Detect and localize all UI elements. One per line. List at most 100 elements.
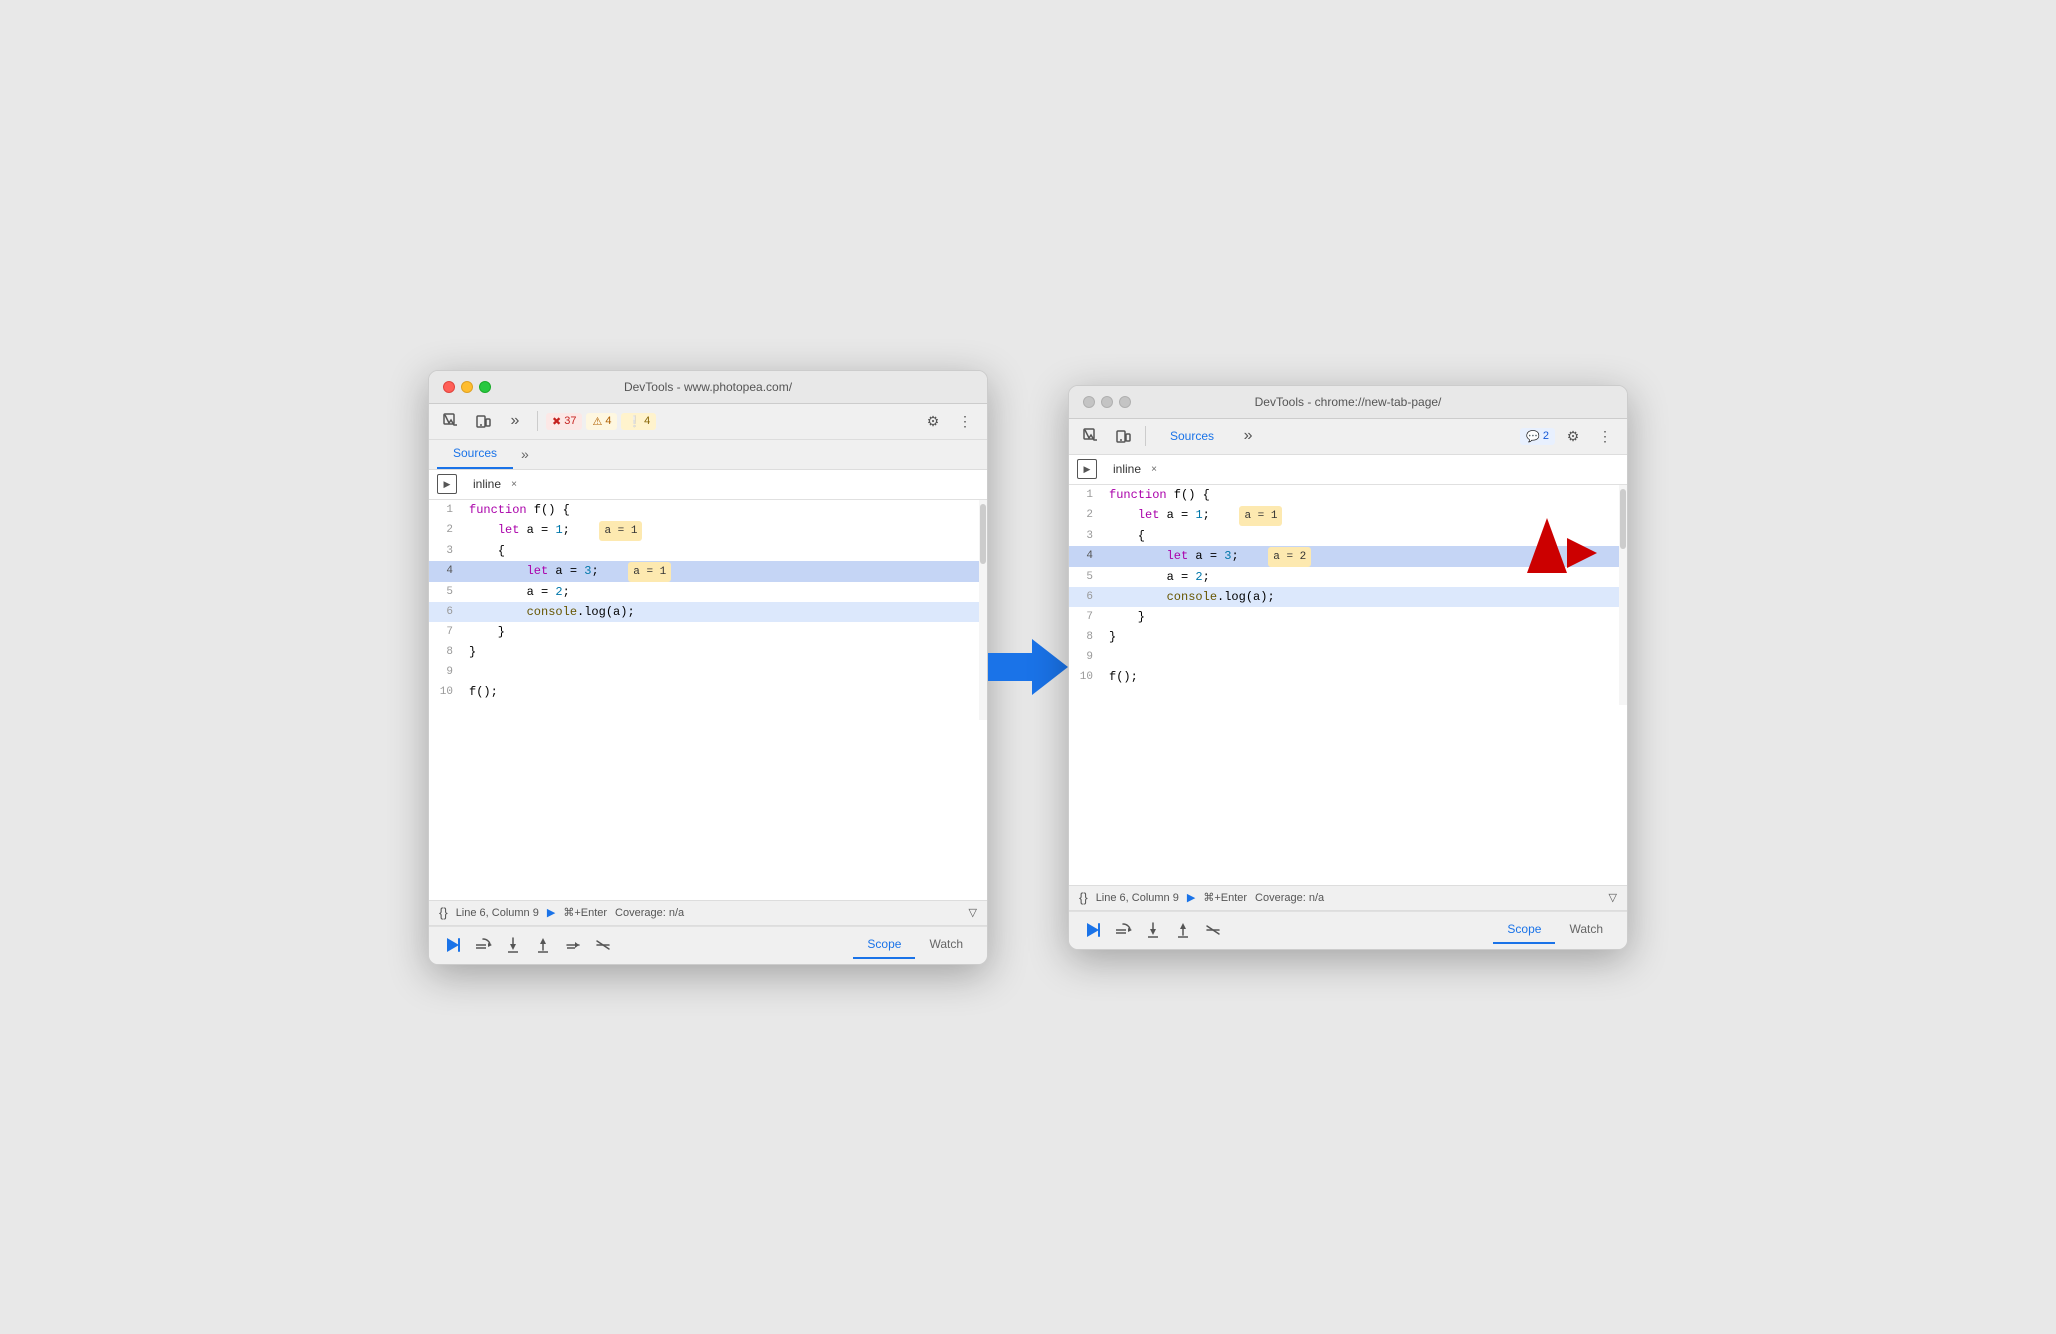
- right-empty-area: [1069, 705, 1627, 885]
- right-watch-tab[interactable]: Watch: [1555, 916, 1617, 944]
- right-bottom-toolbar: Scope Watch: [1069, 911, 1627, 949]
- right-file-tab-bar: ▶ inline ×: [1069, 455, 1627, 485]
- right-scrollbar[interactable]: [1619, 485, 1627, 705]
- scene: DevTools - www.photopea.com/ »: [388, 330, 1668, 1005]
- left-window-title: DevTools - www.photopea.com/: [624, 380, 792, 394]
- right-more-icon[interactable]: ⋮: [1591, 422, 1619, 450]
- left-inspect-icon[interactable]: [437, 407, 465, 435]
- right-code-area: 1 function f() { 2 let a = 1; a = 1 3 { …: [1069, 485, 1627, 705]
- right-code-line-9: 9: [1069, 647, 1627, 667]
- right-traffic-lights: [1083, 396, 1131, 408]
- left-step-into-icon[interactable]: [499, 931, 527, 959]
- right-scroll-icon[interactable]: ▽: [1609, 891, 1617, 904]
- left-scroll-icon[interactable]: ▽: [969, 906, 977, 919]
- right-coverage: Coverage: n/a: [1255, 892, 1324, 904]
- right-scope-watch-tabs: Scope Watch: [1493, 916, 1617, 944]
- left-toolbar-right: ⚙ ⋮: [919, 407, 979, 435]
- left-devtools-window: DevTools - www.photopea.com/ »: [428, 370, 988, 965]
- left-traffic-lights: [443, 381, 491, 393]
- right-scope-tab[interactable]: Scope: [1493, 916, 1555, 944]
- right-code-line-1: 1 function f() {: [1069, 485, 1627, 505]
- left-warning-badge[interactable]: ⚠ 4: [586, 413, 617, 430]
- right-code-line-5: 5 a = 2;: [1069, 567, 1627, 587]
- right-status-bar: {} Line 6, Column 9 ▶ ⌘+Enter Coverage: …: [1069, 885, 1627, 911]
- left-run-icon[interactable]: ▶: [437, 474, 457, 494]
- left-minimize-button[interactable]: [461, 381, 473, 393]
- right-step-over-icon[interactable]: [1109, 916, 1137, 944]
- right-close-tab-button[interactable]: ×: [1147, 462, 1161, 476]
- left-run-play[interactable]: ▶: [547, 906, 555, 919]
- left-settings-icon[interactable]: ⚙: [919, 407, 947, 435]
- right-code-line-4: 4 let a = 3; a = 2: [1069, 546, 1627, 567]
- right-minimize-button[interactable]: [1101, 396, 1113, 408]
- left-code-line-6: 6 console.log(a);: [429, 602, 987, 622]
- right-scrollbar-thumb[interactable]: [1620, 489, 1626, 549]
- right-resume-icon[interactable]: [1079, 916, 1107, 944]
- left-code-area: 1 function f() { 2 let a = 1; a = 1 3 { …: [429, 500, 987, 720]
- right-device-icon[interactable]: [1109, 422, 1137, 450]
- right-deactivate-icon[interactable]: [1199, 916, 1227, 944]
- right-window-title: DevTools - chrome://new-tab-page/: [1255, 395, 1442, 409]
- left-file-tab-bar: ▶ inline ×: [429, 470, 987, 500]
- left-title-bar: DevTools - www.photopea.com/: [429, 371, 987, 404]
- right-step-into-icon[interactable]: [1139, 916, 1167, 944]
- left-code-line-2: 2 let a = 1; a = 1: [429, 520, 987, 541]
- right-main-toolbar: Sources » 💬 2 ⚙ ⋮: [1069, 419, 1627, 455]
- left-error-badges: ✖ 37 ⚠ 4 ❕ 4: [546, 413, 656, 430]
- left-device-icon[interactable]: [469, 407, 497, 435]
- right-code-line-10: 10 f();: [1069, 667, 1627, 687]
- left-zoom-button[interactable]: [479, 381, 491, 393]
- left-bottom-toolbar: Scope Watch: [429, 926, 987, 964]
- left-step-out-icon[interactable]: [529, 931, 557, 959]
- left-close-tab-button[interactable]: ×: [507, 477, 521, 491]
- right-sources-tab-toolbar[interactable]: Sources: [1154, 429, 1230, 443]
- left-scrollbar[interactable]: [979, 500, 987, 720]
- left-resume-icon[interactable]: [439, 931, 467, 959]
- left-step-over-icon[interactable]: [469, 931, 497, 959]
- right-format-icon[interactable]: {}: [1079, 890, 1088, 905]
- right-close-button[interactable]: [1083, 396, 1095, 408]
- right-zoom-button[interactable]: [1119, 396, 1131, 408]
- left-file-tab[interactable]: inline ×: [465, 477, 529, 491]
- left-toolbar-separator: [537, 411, 538, 431]
- right-devtools-window: DevTools - chrome://new-tab-page/ Source…: [1068, 385, 1628, 950]
- left-more-icon[interactable]: ⋮: [951, 407, 979, 435]
- left-coverage: Coverage: n/a: [615, 907, 684, 919]
- arrow-body: [988, 653, 1032, 681]
- left-code-line-1: 1 function f() {: [429, 500, 987, 520]
- left-watch-tab[interactable]: Watch: [915, 931, 977, 959]
- right-toolbar-right: 💬 2 ⚙ ⋮: [1520, 422, 1619, 450]
- left-tab-bar: Sources »: [429, 440, 987, 470]
- right-title-bar: DevTools - chrome://new-tab-page/: [1069, 386, 1627, 419]
- left-format-icon[interactable]: {}: [439, 905, 448, 920]
- right-toolbar-sep1: [1145, 426, 1146, 446]
- left-code-line-8: 8 }: [429, 642, 987, 662]
- right-code-line-6: 6 console.log(a);: [1069, 587, 1627, 607]
- right-more-tabs-icon[interactable]: »: [1234, 422, 1262, 450]
- left-step-icon[interactable]: [559, 931, 587, 959]
- left-sources-tab[interactable]: Sources: [437, 440, 513, 469]
- left-close-button[interactable]: [443, 381, 455, 393]
- right-message-badge[interactable]: 💬 2: [1520, 428, 1555, 445]
- right-file-tab[interactable]: inline ×: [1105, 462, 1169, 476]
- left-cmd-enter: ⌘+Enter: [563, 906, 607, 919]
- left-code-line-7: 7 }: [429, 622, 987, 642]
- left-code-line-5: 5 a = 2;: [429, 582, 987, 602]
- right-inspect-icon[interactable]: [1077, 422, 1105, 450]
- left-scope-tab[interactable]: Scope: [853, 931, 915, 959]
- right-step-out-icon[interactable]: [1169, 916, 1197, 944]
- left-error-badge[interactable]: ✖ 37: [546, 413, 582, 430]
- right-line-col: Line 6, Column 9: [1096, 892, 1179, 904]
- right-run-icon[interactable]: ▶: [1077, 459, 1097, 479]
- left-more-tabs-icon[interactable]: »: [501, 407, 529, 435]
- left-code-line-3: 3 {: [429, 541, 987, 561]
- left-info-badge[interactable]: ❕ 4: [621, 413, 656, 430]
- right-code-line-8: 8 }: [1069, 627, 1627, 647]
- left-scrollbar-thumb[interactable]: [980, 504, 986, 564]
- right-run-play[interactable]: ▶: [1187, 891, 1195, 904]
- right-code-line-7: 7 }: [1069, 607, 1627, 627]
- left-main-toolbar: » ✖ 37 ⚠ 4 ❕ 4 ⚙ ⋮: [429, 404, 987, 440]
- left-more-tabs[interactable]: »: [513, 440, 537, 469]
- left-deactivate-icon[interactable]: [589, 931, 617, 959]
- right-settings-icon[interactable]: ⚙: [1559, 422, 1587, 450]
